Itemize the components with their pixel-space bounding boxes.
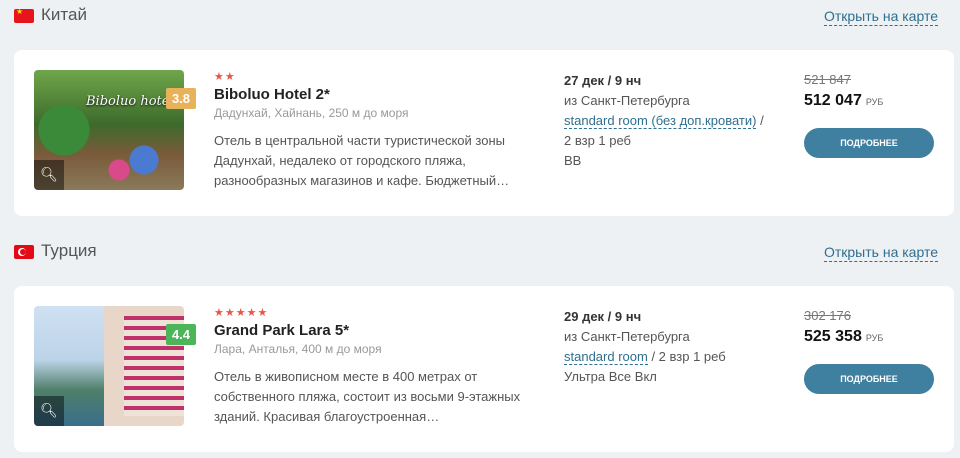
currency-label: РУБ bbox=[865, 97, 884, 107]
hotel-info: ★★ Biboluo Hotel 2* Дадунхай, Хайнань, 2… bbox=[214, 70, 534, 191]
meal-plan: BB bbox=[564, 153, 582, 168]
details-button[interactable]: ПОДРОБНЕЕ bbox=[804, 364, 934, 394]
country-title: Китай bbox=[41, 5, 87, 24]
price-block: 302 176 525 358 РУБ ПОДРОБНЕЕ bbox=[804, 307, 944, 394]
section-turkey: Турция Открыть на карте 🔍︎ 4.4 ★★★★★ Gra… bbox=[0, 236, 960, 452]
meal-plan: Ультра Все Вкл bbox=[564, 369, 657, 384]
tour-details: 27 дек / 9 нч из Санкт-Петербурга standa… bbox=[564, 71, 764, 171]
price-block: 521 847 512 047 РУБ ПОДРОБНЕЕ bbox=[804, 71, 944, 158]
country-title: Турция bbox=[41, 241, 97, 260]
magnifier-icon[interactable]: 🔍︎ bbox=[34, 396, 64, 426]
hotel-name[interactable]: Biboluo Hotel 2* bbox=[214, 86, 534, 104]
details-button[interactable]: ПОДРОБНЕЕ bbox=[804, 128, 934, 158]
hotel-card: Biboluo hotel 🔍︎ 3.8 ★★ Biboluo Hotel 2*… bbox=[14, 50, 954, 216]
price-value: 525 358 bbox=[804, 328, 862, 345]
room-info: standard room / 2 взр 1 реб bbox=[564, 347, 764, 367]
room-info: standard room (без доп.кровати) / 2 взр … bbox=[564, 111, 764, 151]
departure-city: из Санкт-Петербурга bbox=[564, 329, 690, 344]
tour-dates: 29 дек / 9 нч bbox=[564, 309, 642, 324]
section-header: Турция Открыть на карте bbox=[0, 236, 960, 270]
rating-badge: 4.4 bbox=[166, 324, 196, 345]
china-flag-icon bbox=[14, 7, 34, 23]
open-map-link[interactable]: Открыть на карте bbox=[823, 244, 938, 262]
star-rating: ★★★★★ bbox=[214, 306, 269, 319]
hotel-location: Дадунхай, Хайнань, 250 м до моря bbox=[214, 106, 409, 120]
hotel-name[interactable]: Grand Park Lara 5* bbox=[214, 322, 534, 340]
tour-details: 29 дек / 9 нч из Санкт-Петербурга standa… bbox=[564, 307, 764, 387]
hotel-info: ★★★★★ Grand Park Lara 5* Лара, Анталья, … bbox=[214, 306, 534, 427]
guests-info: / 2 взр 1 реб bbox=[647, 349, 726, 364]
departure-city: из Санкт-Петербурга bbox=[564, 93, 690, 108]
hotel-photo-caption: Biboluo hotel bbox=[86, 94, 174, 109]
room-type-link[interactable]: standard room (без доп.кровати) bbox=[564, 113, 757, 129]
open-map-link[interactable]: Открыть на карте bbox=[823, 8, 938, 26]
hotel-description: Отель в центральной части туристической … bbox=[214, 133, 510, 188]
price-value: 512 047 bbox=[804, 92, 862, 109]
hotel-description: Отель в живописном месте в 400 метрах от… bbox=[214, 369, 521, 424]
room-type-link[interactable]: standard room bbox=[564, 349, 648, 365]
rating-badge: 3.8 bbox=[166, 88, 196, 109]
current-price: 525 358 РУБ bbox=[804, 325, 944, 350]
tour-dates: 27 дек / 9 нч bbox=[564, 73, 642, 88]
hotel-card: 🔍︎ 4.4 ★★★★★ Grand Park Lara 5* Лара, Ан… bbox=[14, 286, 954, 452]
section-header: Китай Открыть на карте bbox=[0, 0, 960, 34]
old-price: 302 176 bbox=[804, 308, 851, 323]
section-china: Китай Открыть на карте Biboluo hotel 🔍︎ … bbox=[0, 0, 960, 216]
turkey-flag-icon bbox=[14, 245, 34, 259]
currency-label: РУБ bbox=[865, 333, 884, 343]
current-price: 512 047 РУБ bbox=[804, 89, 944, 114]
old-price: 521 847 bbox=[804, 72, 851, 87]
hotel-location: Лара, Анталья, 400 м до моря bbox=[214, 342, 382, 356]
magnifier-icon[interactable]: 🔍︎ bbox=[34, 160, 64, 190]
star-rating: ★★ bbox=[214, 70, 236, 83]
